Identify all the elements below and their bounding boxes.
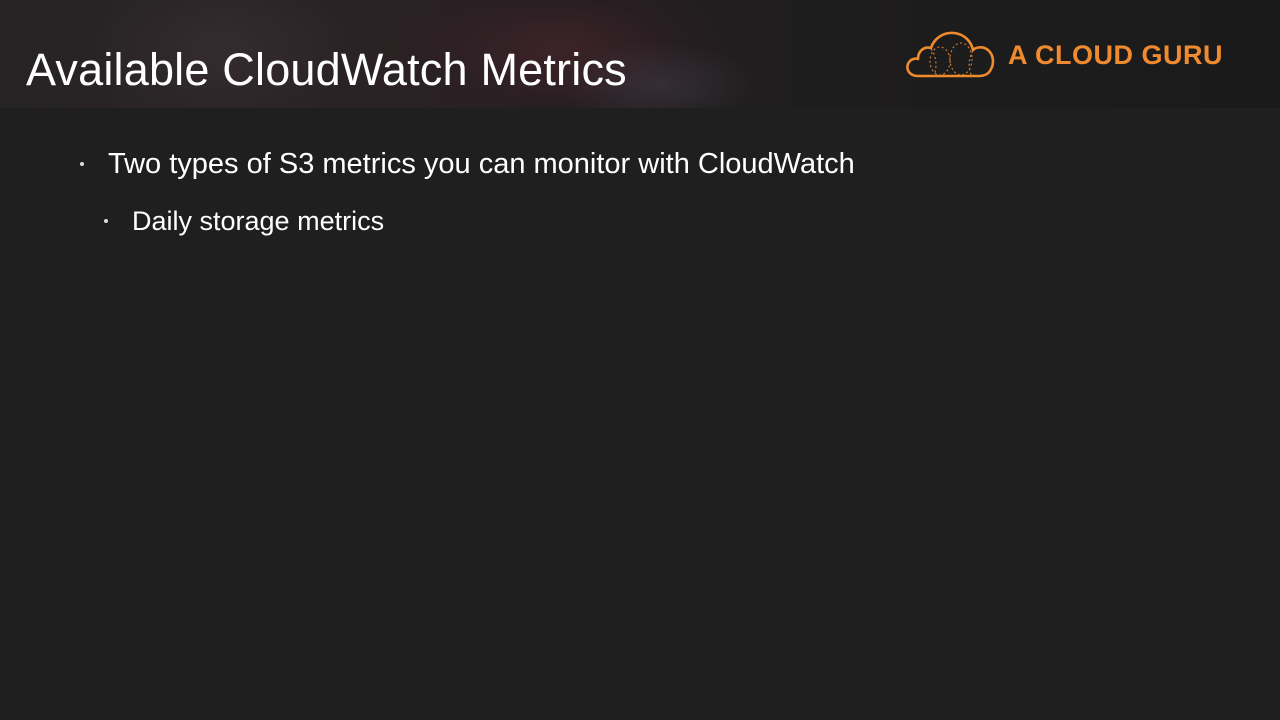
bullet-item: Two types of S3 metrics you can monitor …: [80, 146, 855, 182]
slide: Available CloudWatch Metrics A CLOUD GUR…: [0, 0, 1280, 720]
bullet-list: Two types of S3 metrics you can monitor …: [0, 0, 1280, 720]
bullet-text: Two types of S3 metrics you can monitor …: [108, 147, 855, 180]
sub-bullet-text: Daily storage metrics: [132, 205, 385, 236]
bullet-dot-icon: [104, 219, 108, 223]
sub-bullet-item: Daily storage metrics: [104, 203, 384, 239]
bullet-dot-icon: [80, 162, 84, 166]
